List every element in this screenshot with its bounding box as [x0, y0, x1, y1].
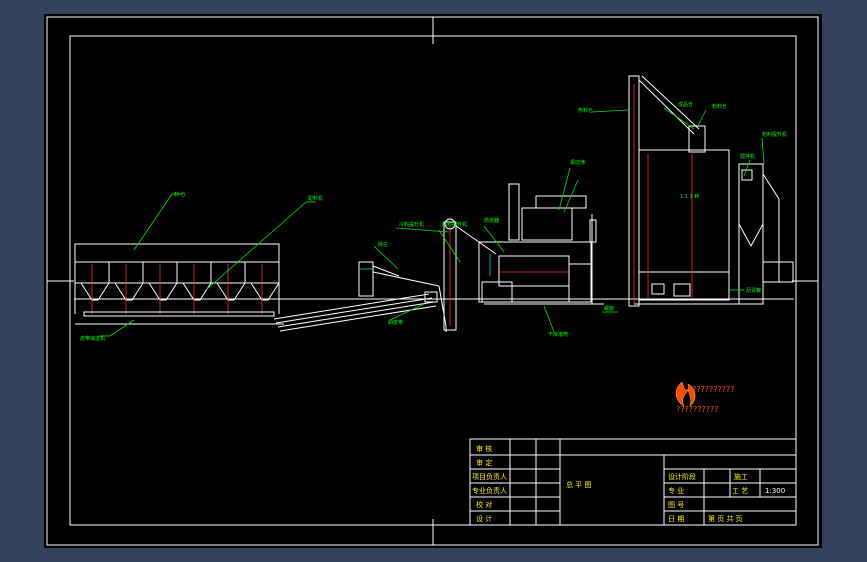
label-mixer: 搅拌机	[740, 153, 755, 160]
label-screen: 振动筛	[570, 159, 585, 166]
outer-frame	[46, 16, 819, 546]
tb-c2: 专 业	[668, 486, 684, 495]
label-hot-bin: 热料仓	[578, 107, 593, 114]
label-belt: 皮带输送机	[80, 335, 105, 342]
mixing-tower	[634, 125, 744, 305]
cad-drawing: 料 仓 配料机 皮带输送机 斜皮带 除尘 冷料提升机 热料提升机 振动筛 干燥滚…	[46, 16, 819, 546]
tb-drawing-name: 总 平 图	[566, 480, 591, 489]
logo-line-1: ??????????	[692, 385, 734, 394]
tb-scale: 1:300	[765, 487, 785, 495]
logo: ?????????? ??????????	[675, 381, 734, 414]
label-product-bin: 成品仓	[678, 101, 693, 108]
label-bins: 料 仓	[174, 191, 186, 198]
tower-label: 1 1 1 秤	[680, 193, 699, 200]
logo-line-2: ??????????	[676, 405, 718, 414]
tb-v2: 工 艺	[732, 487, 748, 495]
label-burner: 燃烧器	[484, 217, 499, 224]
tb-c1: 设计阶段	[668, 472, 696, 481]
filler-silo	[738, 163, 794, 305]
tb-r3: 项目负责人	[472, 472, 507, 481]
label-incline: 斜皮带	[388, 319, 403, 326]
label-cold-elev: 冷料提升机	[399, 221, 424, 228]
tb-c3: 图 号	[668, 501, 684, 509]
inclined-conveyor	[273, 291, 438, 332]
tb-r2: 审 定	[476, 458, 492, 467]
tb-r6: 设 计	[476, 514, 492, 523]
inner-frame	[69, 35, 797, 526]
title-block: 审 核 审 定 项目负责人 专业负责人 校 对 设 计 总 平 图 设计阶段 专…	[469, 438, 797, 526]
tb-r4: 专业负责人	[472, 486, 507, 495]
tb-v1: 施工	[734, 472, 748, 481]
label-hot-elev: 热料提升机	[442, 221, 467, 228]
annotation-labels: 料 仓 配料机 皮带输送机 斜皮带 除尘 冷料提升机 热料提升机 振动筛 干燥滚…	[80, 101, 787, 342]
aggregate-bins	[74, 243, 284, 325]
tb-c4: 日 期	[668, 515, 684, 523]
label-feeder: 配料机	[308, 195, 323, 202]
label-dryer: 干燥滚筒	[548, 331, 568, 338]
label-dust: 除尘	[378, 241, 388, 248]
cold-elevator	[443, 218, 497, 331]
label-bitumen: 沥青罐	[746, 287, 761, 294]
cad-viewport[interactable]: 料 仓 配料机 皮带输送机 斜皮带 除尘 冷料提升机 热料提升机 振动筛 干燥滚…	[44, 14, 822, 548]
tb-v4: 第 页 共 页	[708, 514, 743, 523]
tb-r5: 校 对	[476, 500, 492, 509]
label-screw: 螺旋	[604, 305, 614, 312]
label-filler-elev: 粉料提升机	[762, 131, 787, 138]
tb-r1: 审 核	[476, 444, 492, 453]
label-filler-silo: 粉料仓	[712, 103, 727, 110]
